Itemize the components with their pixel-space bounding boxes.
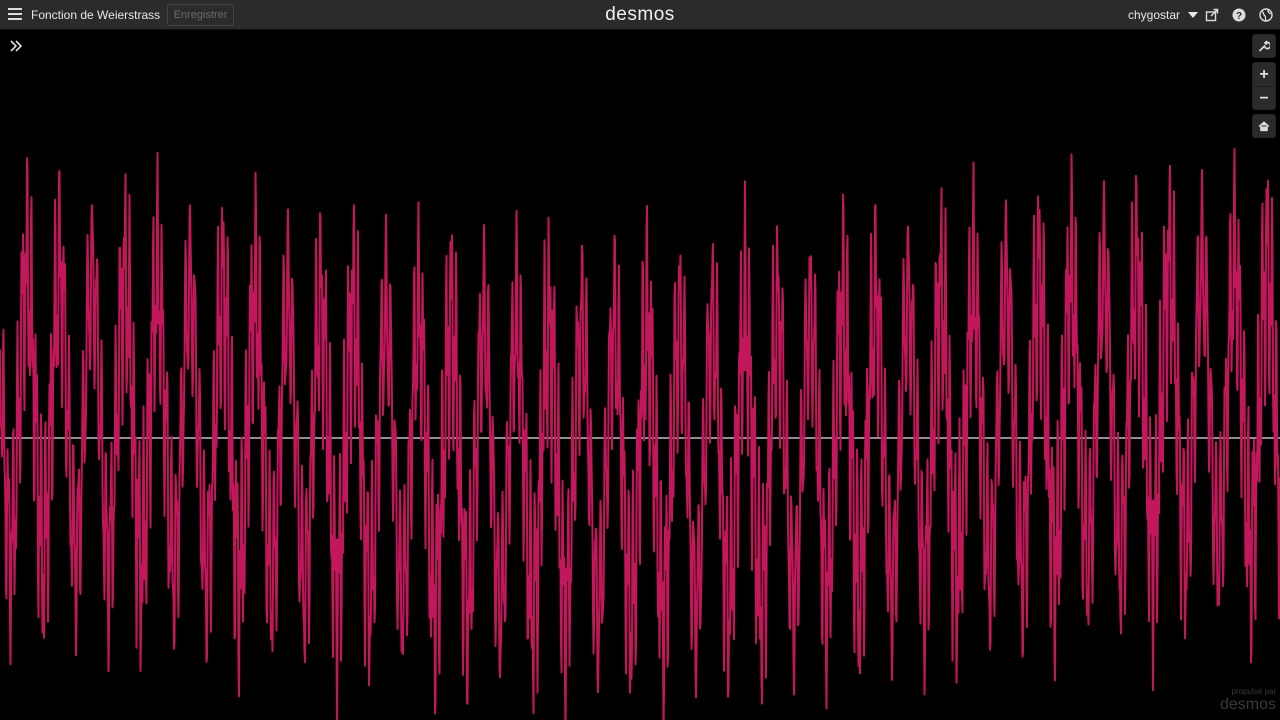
user-menu[interactable]: chygostar [1128,0,1199,30]
zoom-out-button[interactable]: − [1253,86,1275,110]
watermark-logo: desmos [1219,696,1276,713]
zoom-in-button[interactable]: + [1253,63,1275,86]
user-name: chygostar [1128,8,1181,22]
hamburger-menu-icon[interactable] [8,8,22,22]
save-button[interactable]: Enregistrer [167,4,234,26]
svg-text:?: ? [1236,11,1242,22]
powered-by-watermark: propulsé par desmos [1210,688,1276,713]
graph-settings-button[interactable] [1252,34,1276,58]
home-icon [1258,121,1270,132]
help-icon[interactable]: ? [1232,8,1246,22]
top-bar: Fonction de Weierstrass Enregistrer desm… [0,0,1280,30]
caret-down-icon [1188,12,1199,18]
weierstrass-curve [0,147,1280,720]
graph-title: Fonction de Weierstrass [31,8,161,22]
wrench-icon [1259,40,1270,52]
expand-expressions-icon[interactable] [8,38,24,54]
share-icon[interactable] [1205,8,1219,22]
default-viewport-button[interactable] [1252,114,1276,138]
watermark-text: propulsé par [1231,687,1276,696]
zoom-controls: + − [1252,62,1276,110]
graph-canvas[interactable] [0,30,1280,720]
language-globe-icon[interactable] [1259,8,1273,22]
graph-title-dropdown[interactable]: Fonction de Weierstrass [31,0,181,30]
